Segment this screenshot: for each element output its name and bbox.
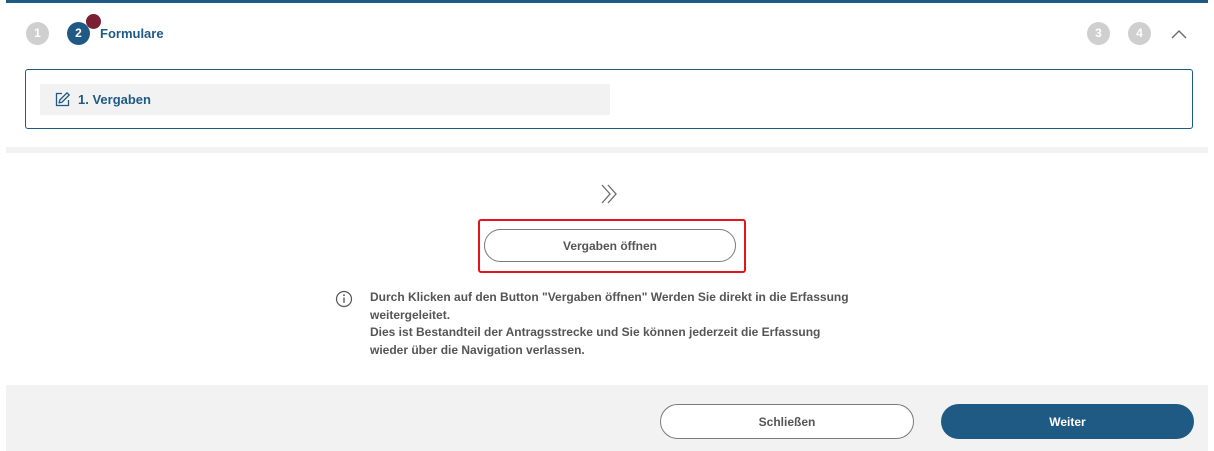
- open-vergaben-button[interactable]: Vergaben öffnen: [484, 229, 736, 262]
- edit-icon: [54, 91, 71, 108]
- info-icon: [335, 290, 353, 308]
- chevron-up-icon[interactable]: [1169, 25, 1189, 45]
- step-label-formulare: Formulare: [100, 26, 164, 41]
- next-button[interactable]: Weiter: [941, 404, 1194, 439]
- step-4[interactable]: 4: [1128, 22, 1151, 45]
- close-button[interactable]: Schließen: [660, 404, 914, 439]
- step-3[interactable]: 3: [1087, 22, 1110, 45]
- double-chevron-right-icon: [598, 183, 620, 205]
- footer: Schließen Weiter: [6, 385, 1208, 451]
- main-content: Vergaben öffnen Durch Klicken auf den Bu…: [6, 153, 1208, 385]
- form-item-label: 1. Vergaben: [78, 92, 151, 107]
- notification-dot: [86, 14, 101, 29]
- dialog-frame: 1 2 Formulare 3 4 1. Vergaben Vergaben ö…: [6, 0, 1208, 451]
- info-line-2: Dies ist Bestandteil der Antragsstrecke …: [370, 325, 821, 357]
- stepper: 1 2 Formulare 3 4: [6, 3, 1208, 63]
- forms-list: 1. Vergaben: [25, 69, 1193, 129]
- info-line-1: Durch Klicken auf den Button "Vergaben ö…: [370, 290, 849, 322]
- step-1[interactable]: 1: [26, 22, 49, 45]
- form-item-vergaben[interactable]: 1. Vergaben: [40, 84, 610, 115]
- info-text: Durch Klicken auf den Button "Vergaben ö…: [370, 289, 860, 359]
- forms-area: 1. Vergaben: [6, 63, 1208, 147]
